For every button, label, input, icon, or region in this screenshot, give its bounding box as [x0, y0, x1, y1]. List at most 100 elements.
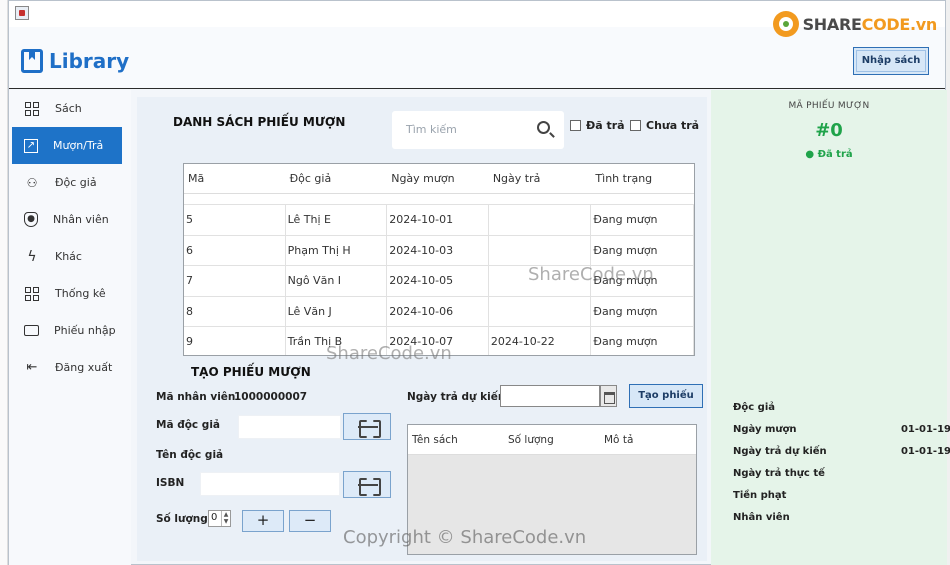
search-box[interactable]: Tìm kiếm: [392, 111, 564, 149]
sidebar-item-label: Mượn/Trả: [53, 139, 104, 152]
watermark-text: ShareCode.vn: [326, 343, 452, 364]
staff-id-label: Mã nhân viên: [156, 391, 236, 403]
column-header[interactable]: Tên sách: [408, 425, 504, 454]
sidebar-item-label: Thống kê: [55, 287, 106, 300]
column-header[interactable]: Ngày trả: [489, 164, 592, 193]
loan-id-title: MÃ PHIẾU MƯỢN: [788, 101, 870, 111]
sidebar-item-logout[interactable]: ⇤ Đăng xuất: [12, 349, 122, 386]
sidebar-item-label: Độc giả: [55, 176, 97, 189]
cell-borrow-date: 2024-10-03: [387, 235, 489, 265]
ticket-icon: [24, 325, 39, 336]
sidebar-item-readers[interactable]: ⚇ Độc giả: [12, 164, 122, 201]
sidebar-item-label: Phiếu nhập: [54, 324, 116, 337]
sidebar-item-label: Đăng xuất: [55, 361, 113, 374]
loan-table[interactable]: Mã Độc giả Ngày mượn Ngày trả Tình trạng…: [183, 163, 695, 356]
create-loan-button[interactable]: Tạo phiếu: [629, 384, 703, 408]
cell-id: 5: [184, 205, 286, 235]
search-input[interactable]: Tìm kiếm: [406, 123, 457, 136]
sharecode-logo-icon: [772, 11, 799, 37]
due-date-input[interactable]: [500, 385, 600, 407]
cell-id: 8: [184, 296, 286, 326]
detail-due-date-value: 01-01-19: [900, 446, 950, 457]
reader-id-input[interactable]: [238, 415, 341, 439]
main-panel: DANH SÁCH PHIẾU MƯỢN Tìm kiếm Đã trả Chư…: [137, 97, 707, 561]
sharecode-logo: SHARECODE.vn: [772, 11, 937, 37]
cell-return-date: [489, 205, 592, 235]
loan-detail-panel: MÃ PHIẾU MƯỢN #0 ● Đã trả Độc giả Ngày m…: [711, 90, 950, 565]
scan-isbn-button[interactable]: [343, 471, 391, 498]
sidebar-item-borrow-return[interactable]: ↗ Mượn/Trả: [12, 127, 122, 164]
reader-name-label: Tên độc giả: [156, 449, 224, 461]
column-header[interactable]: Số lượng: [504, 425, 600, 454]
search-icon[interactable]: [537, 121, 550, 134]
cell-reader: Ngô Văn I: [286, 266, 388, 296]
decrease-button[interactable]: −: [289, 510, 331, 532]
cell-status: Đang mượn: [591, 205, 694, 235]
stepper-arrows-icon[interactable]: ▲ ▼: [221, 511, 230, 526]
quantity-stepper[interactable]: 0 ▲ ▼: [208, 510, 231, 527]
scan-reader-button[interactable]: [343, 413, 391, 440]
create-loan-title: TẠO PHIẾU MƯỢN: [191, 365, 311, 379]
sidebar-item-import-slips[interactable]: Phiếu nhập: [12, 312, 122, 349]
table-row[interactable]: 5 Lê Thị E 2024-10-01 Đang mượn: [184, 204, 694, 235]
external-link-icon: ↗: [24, 138, 38, 153]
table-header: Mã Độc giả Ngày mượn Ngày trả Tình trạng: [184, 164, 694, 194]
book-icon: [21, 49, 43, 73]
cell-status: Đang mượn: [591, 296, 694, 326]
column-header[interactable]: Độc giả: [286, 164, 388, 193]
cell-borrow-date: 2024-10-05: [387, 266, 489, 296]
dashboard-grid-icon: [25, 101, 39, 116]
scrolled-row-fragment: [184, 194, 694, 204]
filter-not-returned-label: Chưa trả: [646, 119, 700, 132]
cell-borrow-date: 2024-10-06: [387, 296, 489, 326]
column-header[interactable]: Mô tả: [600, 425, 696, 454]
detail-borrow-date-label: Ngày mượn: [733, 424, 797, 435]
cell-borrow-date: 2024-10-01: [387, 205, 489, 235]
import-books-button[interactable]: Nhập sách: [853, 47, 929, 75]
sidebar-item-books[interactable]: Sách: [12, 90, 122, 127]
detail-actual-return-label: Ngày trả thực tế: [733, 468, 825, 479]
detail-due-date-label: Ngày trả dự kiến: [733, 446, 827, 457]
cell-return-date: [489, 235, 592, 265]
sidebar-item-label: Nhân viên: [53, 213, 109, 226]
cell-id: 7: [184, 266, 286, 296]
sidebar: Sách ↗ Mượn/Trả ⚇ Độc giả ● Nhân viên ϟ …: [9, 90, 131, 565]
increase-button[interactable]: +: [242, 510, 284, 532]
app-window: Library Nhập sách Sách ↗ Mượn/Trả ⚇ Độc …: [8, 0, 950, 565]
calendar-icon[interactable]: [600, 385, 617, 407]
column-header[interactable]: Ngày mượn: [387, 164, 489, 193]
detail-fine-label: Tiền phạt: [733, 490, 787, 501]
quantity-label: Số lượng: [156, 513, 208, 525]
filter-returned-checkbox[interactable]: Đã trả: [570, 119, 625, 132]
table-row[interactable]: 6 Phạm Thị H 2024-10-03 Đang mượn: [184, 234, 694, 265]
readers-icon: ⚇: [26, 175, 38, 190]
loan-status: ● Đã trả: [805, 149, 853, 160]
filter-returned-label: Đã trả: [586, 119, 625, 132]
logo-text: Library: [49, 49, 130, 73]
sidebar-item-other[interactable]: ϟ Khác: [12, 238, 122, 275]
table-row[interactable]: 8 Lê Văn J 2024-10-06 Đang mượn: [184, 295, 694, 326]
cell-status: Đang mượn: [591, 235, 694, 265]
isbn-label: ISBN: [156, 477, 185, 489]
logout-icon: ⇤: [26, 359, 38, 375]
isbn-input[interactable]: [200, 472, 340, 496]
cell-return-date: 2024-10-22: [489, 327, 592, 355]
cell-reader: Phạm Thị H: [286, 235, 388, 265]
detail-staff-label: Nhân viên: [733, 512, 790, 523]
checkbox-box[interactable]: [630, 120, 641, 131]
sidebar-item-stats[interactable]: Thống kê: [12, 275, 122, 312]
sidebar-item-staff[interactable]: ● Nhân viên: [12, 201, 122, 238]
cell-reader: Lê Văn J: [286, 296, 388, 326]
loan-list-title: DANH SÁCH PHIẾU MƯỢN: [173, 115, 346, 129]
user-badge-icon: ●: [24, 212, 38, 227]
quantity-value: 0: [211, 512, 218, 523]
background-ide-strip: [0, 0, 8, 565]
watermark-text: ShareCode.vn: [528, 264, 654, 285]
column-header[interactable]: Mã: [184, 164, 286, 193]
checkbox-box[interactable]: [570, 120, 581, 131]
column-header[interactable]: Tình trạng: [591, 164, 694, 193]
sidebar-item-label: Khác: [55, 250, 82, 263]
due-date-label: Ngày trả dự kiến: [407, 391, 506, 403]
filter-not-returned-checkbox[interactable]: Chưa trả: [630, 119, 699, 132]
table-header: Tên sách Số lượng Mô tả: [408, 425, 696, 455]
